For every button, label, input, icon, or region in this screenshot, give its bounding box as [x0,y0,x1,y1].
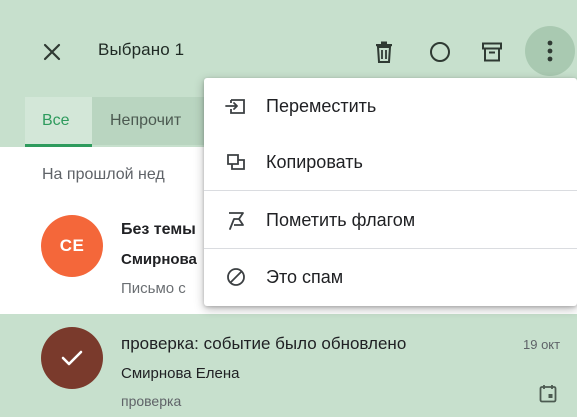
message-subject: Без темы [121,221,196,238]
move-to-icon [225,95,247,117]
close-icon [43,43,61,61]
tab-all-label: Все [42,111,70,129]
menu-item-label: Пометить флагом [266,209,416,230]
tab-all[interactable]: Все [25,97,92,147]
message-snippet: Письмо с [121,280,186,297]
circle-icon [430,42,450,62]
list-item-selected[interactable]: проверка: событие было обновлено 19 окт … [0,314,577,417]
avatar-initials: СЕ [59,236,85,255]
trash-icon [376,41,392,63]
archive-button[interactable] [470,30,514,74]
calendar-event-icon [539,384,557,408]
flag-icon [225,209,247,231]
message-sender: Смирнова Елена [121,365,240,382]
more-options-menu: Переместить Копировать Пометить флагом Э… [204,78,577,306]
message-snippet: проверка [121,393,182,409]
mark-read-button[interactable] [418,30,462,74]
selected-avatar[interactable] [41,327,103,389]
more-vertical-icon [547,40,553,62]
message-date: 19 окт [523,337,561,352]
menu-item-label: Копировать [266,151,363,172]
tab-unread-label: Непрочит [110,112,182,129]
archive-icon [482,42,502,62]
avatar[interactable]: СЕ [41,215,103,277]
close-selection-button[interactable] [30,30,74,74]
delete-button[interactable] [362,30,406,74]
menu-item-flag[interactable]: Пометить флагом [204,192,577,248]
menu-item-label: Это спам [266,266,344,287]
checkmark-icon [61,350,83,366]
menu-item-move[interactable]: Переместить [204,78,577,134]
menu-item-label: Переместить [266,95,377,116]
selection-count-title: Выбрано 1 [98,40,185,59]
menu-item-copy[interactable]: Копировать [204,134,577,190]
copy-icon [225,151,247,173]
menu-item-spam[interactable]: Это спам [204,249,577,305]
section-header: На прошлой нед [42,166,165,183]
more-options-button[interactable] [525,26,575,76]
message-subject: проверка: событие было обновлено [121,334,407,353]
spam-icon [225,266,247,288]
message-sender: Смирнова [121,251,197,268]
menu-divider [204,190,577,191]
